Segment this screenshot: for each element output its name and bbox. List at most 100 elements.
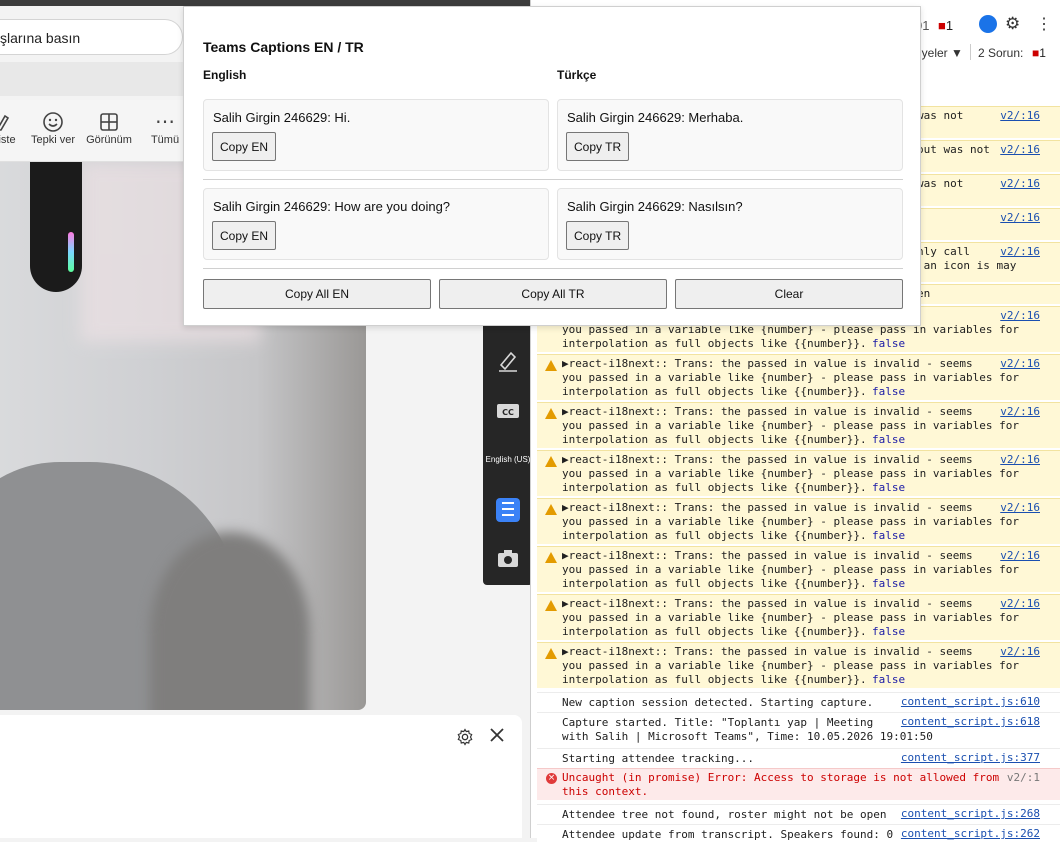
console-source-link[interactable]: v2/:16 [1000,501,1040,515]
headphone-image [30,162,82,292]
console-source-link[interactable]: content_script.js:377 [901,751,1040,765]
console-message: New caption session detected. Starting c… [562,696,874,709]
console-source-link[interactable]: v2/:16 [1000,357,1040,371]
svg-text:CC: CC [502,408,514,417]
caption-en-text: Salih Girgin 246629: Hi. [213,110,351,125]
captions-popup: Teams Captions EN / TR English Türkçe Sa… [183,6,921,326]
view-button[interactable]: Görünüm [85,110,133,146]
shoulder-image [150,532,310,710]
console-warning-row[interactable]: ▶react-i18next:: Trans: the passed in va… [537,642,1060,688]
rail-language-label[interactable]: English (US) [483,455,533,464]
popup-title: Teams Captions EN / TR [203,39,364,55]
gear-icon[interactable]: ⚙ [1005,14,1020,34]
console-log-row[interactable]: Attendee tree not found, roster might no… [537,804,1060,822]
console-message: out was not [917,143,990,156]
console-source-link[interactable]: v2/:16 [1000,177,1040,191]
console-source-link[interactable]: v2/:16 [1000,597,1040,611]
more-button[interactable]: ⋯ Tümü [148,110,182,146]
turkish-column-header: Türkçe [557,68,597,82]
console-log-row[interactable]: Capture started. Title: "Toplantı yap | … [537,712,1060,746]
error-badge-count: 1 [945,18,954,33]
issues-label[interactable]: 2 Sorun: [978,46,1023,60]
english-column-header: English [203,68,247,82]
close-icon[interactable] [488,726,508,746]
console-message: Uncaught (in promise) Error: Access to s… [562,771,1000,798]
highlighter-icon[interactable] [483,347,533,378]
raise-hand-label: iste [0,134,16,146]
console-source-link[interactable]: v2/:16 [1000,211,1040,225]
more-icon: ⋯ [155,111,175,133]
console-source-link[interactable]: v2/:16 [1000,109,1040,123]
tool-rail: CC English (US) [483,325,533,585]
kebab-menu-icon[interactable]: ⋮ [1036,14,1052,34]
console-source-link[interactable]: v2/:16 [1000,453,1040,467]
console-false-value: false [872,481,906,494]
warning-icon [545,360,557,371]
warning-icon [545,456,557,467]
console-source-link[interactable]: v2/:16 [1000,245,1040,259]
address-bar[interactable]: şlarına basın [0,19,183,55]
copy-all-en-button[interactable]: Copy All EN [203,279,431,309]
console-warning-row[interactable]: ▶react-i18next:: Trans: the passed in va… [537,546,1060,592]
address-bar-text: şlarına basın [0,30,81,46]
react-button[interactable]: Tepki ver [30,110,76,146]
console-source-link[interactable]: v2/:16 [1000,143,1040,157]
console-source-link[interactable]: content_script.js:262 [901,827,1040,841]
console-warning-row[interactable]: ▶react-i18next:: Trans: the passed in va… [537,450,1060,496]
console-false-value: false [872,529,906,542]
console-source-link[interactable]: v2/:16 [1000,309,1040,323]
warning-icon [545,600,557,611]
console-warning-row[interactable]: ▶react-i18next:: Trans: the passed in va… [537,354,1060,400]
copy-all-tr-button[interactable]: Copy All TR [439,279,667,309]
warning-icon [545,552,557,563]
row-divider [203,179,903,180]
closed-captions-icon[interactable]: CC [483,401,533,426]
issues-badge[interactable]: ■1 [1032,46,1046,60]
console-source-link[interactable]: content_script.js:268 [901,807,1040,821]
console-warning-row[interactable]: ▶react-i18next:: Trans: the passed in va… [537,498,1060,544]
extension-icon[interactable] [979,15,997,33]
console-source-link[interactable]: v2/:1 [1007,771,1040,785]
console-error-row[interactable]: × Uncaught (in promise) Error: Access to… [537,768,1060,800]
gear-icon[interactable] [455,727,475,747]
console-warning-row[interactable]: ▶react-i18next:: Trans: the passed in va… [537,594,1060,640]
console-message: ▶react-i18next:: Trans: the passed in va… [562,549,1019,590]
console-source-link[interactable]: v2/:16 [1000,645,1040,659]
console-false-value: false [872,625,906,638]
copy-tr-button[interactable]: Copy TR [566,221,630,250]
console-log-row[interactable]: New caption session detected. Starting c… [537,692,1060,710]
console-false-value: false [872,577,906,590]
transcript-icon[interactable] [496,498,520,522]
console-message: was not [917,109,964,122]
caption-tr-text: Salih Girgin 246629: Merhaba. [567,110,744,125]
console-source-link[interactable]: content_script.js:610 [901,695,1040,709]
console-source-link[interactable]: v2/:16 [1000,549,1040,563]
warning-icon [545,504,557,515]
more-label: Tümü [150,134,180,146]
camera-icon[interactable] [483,547,533,574]
console-source-link[interactable]: v2/:16 [1000,405,1040,419]
copy-en-button[interactable]: Copy EN [212,132,277,161]
caption-en-card: Salih Girgin 246629: Hi. Copy EN [203,99,549,171]
console-message: ▶react-i18next:: Trans: the passed in va… [562,357,1019,398]
copy-tr-button[interactable]: Copy TR [566,132,630,161]
copy-en-button[interactable]: Copy EN [212,221,277,250]
divider [970,44,971,60]
console-warning-row[interactable]: ▶react-i18next:: Trans: the passed in va… [537,402,1060,448]
log-levels-dropdown[interactable]: iyeler ▼ [919,46,963,60]
console-message: Attendee tree not found, roster might no… [562,808,887,821]
clear-button[interactable]: Clear [675,279,903,309]
error-badge[interactable]: ■1 [938,18,953,33]
error-icon: × [546,773,557,784]
console-false-value: false [872,433,906,446]
console-log-row[interactable]: Starting attendee tracking... content_sc… [537,748,1060,766]
caption-tr-card: Salih Girgin 246629: Merhaba. Copy TR [557,99,903,171]
react-label: Tepki ver [30,134,76,146]
view-label: Görünüm [86,134,132,146]
console-message: ▶react-i18next:: Trans: the passed in va… [562,645,1019,686]
console-false-value: false [872,337,906,350]
console-log-row[interactable]: Attendee update from transcript. Speaker… [537,824,1060,842]
console-source-link[interactable]: content_script.js:618 [901,715,1040,729]
console-message: Attendee update from transcript. Speaker… [562,828,894,841]
raise-hand-button[interactable]: iste [0,110,20,146]
